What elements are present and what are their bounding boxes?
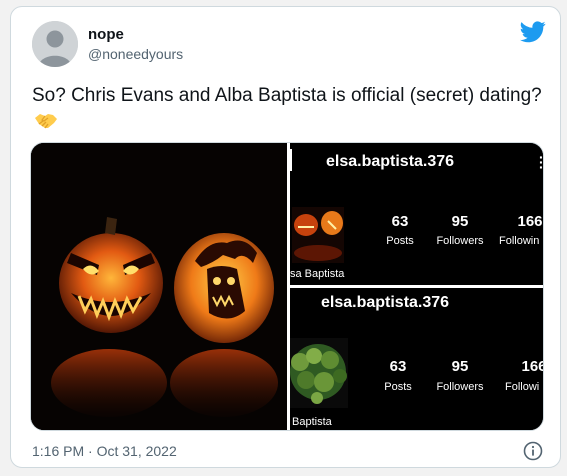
following-count[interactable]: 166 [514,358,543,375]
profile-name: Baptista [292,416,332,428]
more-options-icon[interactable]: · · · [539,150,543,174]
following-label[interactable]: Followin [499,235,539,247]
tweet-text: So? Chris Evans and Alba Baptista is off… [32,83,542,135]
media-grid[interactable]: elsa.baptista.376 · · · 63 Posts 95 Follow… [30,142,544,431]
instagram-username: elsa.baptista.376 [321,294,450,311]
user-handle[interactable]: @noneedyours [88,46,183,62]
followers-label[interactable]: Followers [430,235,490,247]
avatar[interactable] [32,21,78,67]
followers-count[interactable]: 95 [440,358,480,375]
info-icon[interactable] [523,441,543,461]
handshake-emoji [35,114,57,129]
tweet-text-content: So? Chris Evans and Alba Baptista is off… [32,85,542,106]
posts-count: 63 [389,358,407,375]
posts-label: Posts [386,235,414,247]
profile-photo[interactable] [292,207,344,263]
posts-count: 63 [391,213,409,230]
followers-label[interactable]: Followers [430,381,490,393]
instagram-profile-bottom[interactable]: elsa.baptista.376 63 Posts 95 Followers … [290,288,543,430]
following-label[interactable]: Followi [505,381,539,393]
posts-label: Posts [384,381,412,393]
followers-count[interactable]: 95 [440,213,480,230]
tweet-card[interactable]: nope @noneedyours So? Chris Evans and Al… [10,6,561,468]
tweet-timestamp[interactable]: 1:16 PM · Oct 31, 2022 [32,443,177,459]
default-avatar-icon [32,21,78,67]
instagram-username: elsa.baptista.376 [326,153,455,170]
instagram-profile-top[interactable]: elsa.baptista.376 · · · 63 Posts 95 Follow… [290,143,543,285]
display-name[interactable]: nope [88,26,124,43]
back-bar-icon [290,149,292,171]
following-count[interactable]: 166 [510,213,543,230]
profile-photo[interactable] [290,338,348,408]
jack-o-lantern-image [31,143,287,430]
pumpkin-photo[interactable] [31,143,287,430]
twitter-bird-icon[interactable] [520,21,546,43]
profile-name: sa Baptista [290,268,345,280]
